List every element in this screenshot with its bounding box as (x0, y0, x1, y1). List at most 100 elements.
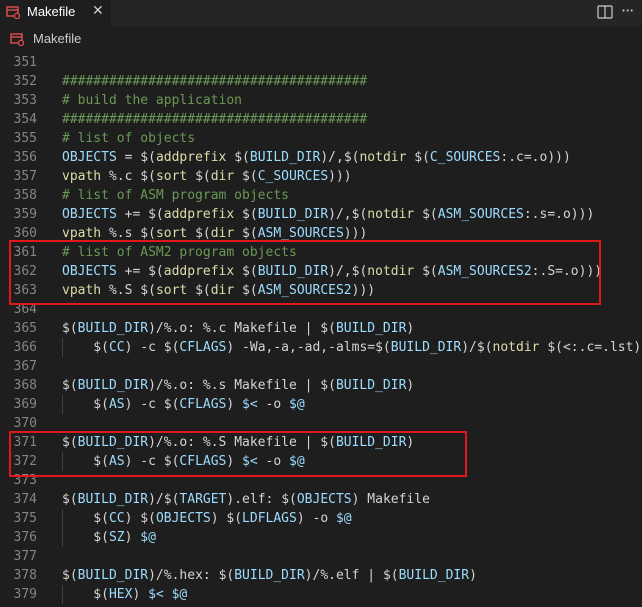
breadcrumb-item-makefile[interactable]: Makefile (33, 31, 81, 46)
code-token: BUILD_DIR (335, 321, 407, 336)
code-token: # list of ASM program objects (62, 188, 289, 203)
code-token: $( (242, 207, 258, 222)
code-token: $( (351, 207, 368, 222)
code-line[interactable]: 377 (0, 547, 642, 566)
code-token: $( (242, 169, 258, 184)
code-text: # list of ASM program objects (62, 186, 289, 205)
code-token: vpath (62, 169, 102, 184)
code-line[interactable]: 374 $(BUILD_DIR)/$(TARGET).elf: $(OBJECTS… (0, 490, 642, 509)
code-token: $( (195, 226, 211, 241)
code-token: OBJECTS (62, 207, 117, 222)
code-token: LDFLAGS (242, 511, 297, 526)
code-line[interactable]: 367 (0, 357, 642, 376)
tab-makefile[interactable]: Makefile ✕ (0, 0, 111, 26)
line-number: 369 (13, 397, 37, 412)
code-token: ))) (328, 169, 352, 184)
code-token: # list of objects (62, 131, 196, 146)
code-token: BUILD_DIR (77, 321, 149, 336)
code-text: # list of objects (62, 129, 195, 148)
code-token: $( (62, 530, 109, 545)
code-token: $( (476, 340, 493, 355)
code-token: OBJECTS (155, 511, 211, 526)
code-line[interactable]: 369 $(AS) -c $(CFLAGS) $< -o $@ (0, 395, 642, 414)
code-line[interactable]: 375 $(CC) $(OBJECTS) $(LDFLAGS) -o $@ (0, 509, 642, 528)
code-text: OBJECTS = $(addprefix $(BUILD_DIR)/,$(no… (62, 148, 571, 167)
code-token: )/%.o: %.s Makefile | (148, 378, 321, 393)
code-line[interactable]: 378 $(BUILD_DIR)/%.hex: $(BUILD_DIR)/%.el… (0, 566, 642, 585)
code-token: ) -Wa,-a,-ad,-alms= (226, 340, 376, 355)
code-line[interactable]: 353 # build the application (0, 91, 642, 110)
line-number: 374 (13, 492, 37, 507)
code-token: $( (547, 340, 563, 355)
code-line[interactable]: 356 OBJECTS = $(addprefix $(BUILD_DIR)/,$… (0, 148, 642, 167)
code-token: $( (234, 150, 250, 165)
code-token: += (116, 207, 149, 222)
code-token: $( (226, 511, 243, 526)
code-token: )/ (148, 492, 164, 507)
code-token: )/, (320, 150, 344, 165)
code-token: )/%.hex: (148, 568, 219, 583)
code-token: CFLAGS (179, 397, 227, 412)
code-token: ) (226, 397, 243, 412)
line-number: 375 (13, 511, 37, 526)
code-text: # build the application (62, 91, 242, 110)
code-token: BUILD_DIR (234, 568, 305, 583)
code-token: $@ (171, 587, 188, 602)
code-token: $( (62, 397, 109, 412)
close-icon[interactable]: ✕ (92, 3, 104, 19)
code-token: sort (155, 169, 188, 184)
code-line[interactable]: 365 $(BUILD_DIR)/%.o: %.c Makefile | $(BU… (0, 319, 642, 338)
code-token: $( (163, 492, 180, 507)
code-token: BUILD_DIR (77, 568, 149, 583)
code-token: $( (414, 150, 430, 165)
code-token: )/%.o: %.c Makefile | (148, 321, 321, 336)
code-line[interactable]: 357 vpath %.c $(sort $(dir $(C_SOURCES))) (0, 167, 642, 186)
code-token: BUILD_DIR (77, 378, 149, 393)
code-token: ) (132, 587, 149, 602)
code-token: CFLAGS (179, 340, 227, 355)
highlight-box-asm2-rule (9, 431, 467, 477)
code-text: $(BUILD_DIR)/$(TARGET).elf: $(OBJECTS) M… (62, 490, 430, 509)
code-text: $(BUILD_DIR)/%.hex: $(BUILD_DIR)/%.elf |… (62, 566, 477, 585)
code-token: ) (124, 511, 141, 526)
code-token: $( (343, 150, 360, 165)
makefile-icon (10, 33, 24, 46)
code-token: -o (257, 397, 290, 412)
line-number: 351 (13, 55, 37, 70)
code-token: $( (218, 568, 235, 583)
code-token: TARGET (179, 492, 227, 507)
code-line[interactable]: 358 # list of ASM program objects (0, 186, 642, 205)
code-token: <:.c=.lst)) (562, 340, 642, 355)
code-token: HEX (108, 587, 133, 602)
code-line[interactable]: 376 $(SZ) $@ (0, 528, 642, 547)
code-token: ) -o (296, 511, 336, 526)
code-line[interactable]: 351 (0, 53, 642, 72)
code-line[interactable]: 355 # list of objects (0, 129, 642, 148)
code-line[interactable]: 354 #####################################… (0, 110, 642, 129)
line-number: 355 (13, 131, 37, 146)
code-editor[interactable]: 351 352 ##################################… (0, 53, 642, 607)
code-token: notdir (367, 207, 415, 222)
line-number: 352 (13, 74, 37, 89)
code-token: OBJECTS (62, 150, 117, 165)
code-token: $( (375, 340, 391, 355)
split-editor-icon[interactable] (597, 5, 613, 19)
code-line[interactable]: 352 #####################################… (0, 72, 642, 91)
code-token: BUILD_DIR (77, 492, 149, 507)
code-token: $( (62, 378, 78, 393)
tab-label: Makefile (27, 4, 76, 19)
code-token: ####################################### (62, 112, 368, 127)
more-actions-icon[interactable]: ··· (621, 1, 634, 20)
code-line[interactable]: 359 OBJECTS += $(addprefix $(BUILD_DIR)/,… (0, 205, 642, 224)
code-line[interactable]: 368 $(BUILD_DIR)/%.o: %.s Makefile | $(BU… (0, 376, 642, 395)
code-text: $(BUILD_DIR)/%.o: %.s Makefile | $(BUILD… (62, 376, 414, 395)
code-line[interactable]: 366 $(CC) -c $(CFLAGS) -Wa,-a,-ad,-alms=… (0, 338, 642, 357)
code-token: :.s=.o))) (523, 207, 595, 222)
breadcrumb (0, 26, 642, 51)
code-line[interactable]: 379 $(HEX) $< $@ (0, 585, 642, 604)
code-token: $( (195, 169, 211, 184)
code-token: $( (422, 207, 438, 222)
code-token: $( (62, 568, 78, 583)
